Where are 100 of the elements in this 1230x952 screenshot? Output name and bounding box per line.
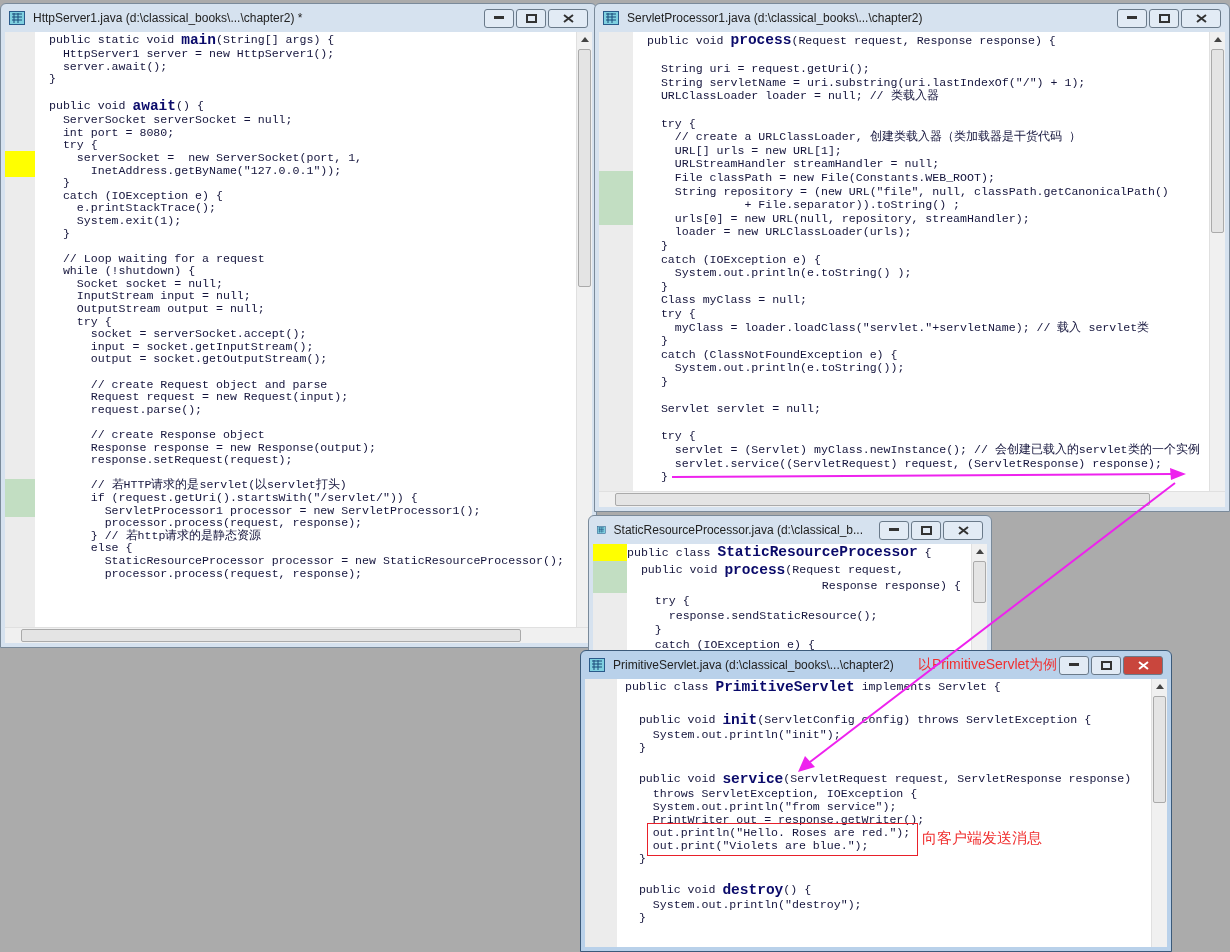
code-line: if (request.getUri().startsWith("/servlet/")) { bbox=[89, 491, 418, 504]
code-line: ServerSocket serverSocket = null; bbox=[61, 113, 293, 127]
code-line: server.await(); bbox=[61, 60, 168, 73]
maximize-button[interactable] bbox=[1091, 655, 1121, 675]
vertical-scrollbar[interactable] bbox=[576, 32, 592, 627]
restore-icon bbox=[1158, 13, 1170, 23]
scrollbar-thumb[interactable] bbox=[21, 629, 521, 642]
window-icon bbox=[9, 11, 25, 25]
code-line: socket = serverSocket.accept(); bbox=[89, 327, 307, 341]
code-line: // create Response object bbox=[89, 428, 265, 441]
code-line: StaticResourceProcessor processor = new StaticResourceProcessor(); bbox=[103, 554, 564, 567]
code-line: myClass = loader.loadClass("servlet."+servletName); // 载入 servlet类 bbox=[673, 320, 1150, 335]
close-button[interactable] bbox=[548, 8, 588, 28]
maximize-button[interactable] bbox=[911, 520, 941, 540]
code-line: processor.process(request, response); bbox=[103, 566, 363, 580]
code-line: Socket socket = null; bbox=[75, 277, 223, 290]
maximize-button[interactable] bbox=[516, 8, 546, 28]
window-icon bbox=[597, 523, 606, 537]
code-line: + File.separator)).toString() ; bbox=[743, 198, 961, 212]
window-icon bbox=[603, 11, 619, 25]
code-line: input = socket.getInputStream(); bbox=[89, 340, 314, 353]
code-line: Servlet servlet = null; bbox=[659, 402, 821, 416]
code-line: } bbox=[653, 622, 662, 638]
code-line: output = socket.getOutputStream(); bbox=[89, 352, 328, 366]
scroll-up-icon[interactable] bbox=[1155, 684, 1164, 689]
code-line: public class StaticResourceProcessor { bbox=[627, 544, 932, 562]
window-title: HttpServer1.java (d:\classical_books\...\chapter2) * bbox=[33, 10, 303, 27]
code-line: try { bbox=[61, 138, 98, 152]
code-line: } bbox=[659, 279, 668, 294]
code-line: out.println("Hello. Roses are red."); bbox=[651, 826, 911, 839]
code-line: throws ServletException, IOException { bbox=[651, 787, 918, 800]
code-line: try { bbox=[75, 315, 112, 328]
code-line: catch (ClassNotFoundException e) { bbox=[659, 347, 898, 362]
scroll-up-icon[interactable] bbox=[580, 37, 589, 42]
code-line: } // 若http请求的是静态资源 bbox=[89, 529, 262, 542]
code-line: public void process(Request request, Response response) { bbox=[647, 32, 1056, 49]
restore-icon bbox=[525, 13, 537, 23]
code-line: Response response) { bbox=[820, 578, 961, 594]
code-line: } bbox=[659, 334, 668, 348]
horizontal-scrollbar[interactable] bbox=[599, 491, 1225, 507]
code-line: out.print("Violets are blue."); bbox=[651, 839, 869, 852]
code-line: // create a URLClassLoader, 创建类载入器（类加载器是干货代码 ） bbox=[673, 130, 1081, 144]
code-line: Response response = new Response(output); bbox=[89, 441, 376, 454]
code-line: servlet = (Servlet) myClass.newInstance(); // 会创建已载入的servlet类的一个实例 bbox=[673, 442, 1200, 457]
minimize-button[interactable] bbox=[879, 520, 909, 540]
code-line: } bbox=[659, 374, 668, 389]
code-line: File classPath = new File(Constants.WEB_ROOT); bbox=[673, 170, 995, 185]
window-icon bbox=[589, 658, 605, 672]
code-line: } bbox=[659, 238, 668, 253]
minimize-icon bbox=[889, 528, 899, 532]
code-line: // 若HTTP请求的是servlet(以servlet打头) bbox=[89, 478, 347, 492]
code-line: HttpServer1 server = new HttpServer1(); bbox=[61, 47, 335, 61]
scrollbar-thumb[interactable] bbox=[578, 49, 591, 287]
code-line: public void destroy() { bbox=[637, 882, 812, 898]
annotation-text: 向客户端发送消息 bbox=[922, 828, 1042, 848]
minimize-icon bbox=[494, 16, 504, 20]
minimize-icon bbox=[1127, 16, 1137, 20]
minimize-button[interactable] bbox=[1059, 655, 1089, 675]
close-icon bbox=[562, 13, 574, 23]
scrollbar-thumb[interactable] bbox=[1211, 49, 1224, 233]
code-line: try { bbox=[659, 306, 696, 321]
code-line: OutputStream output = null; bbox=[75, 302, 265, 316]
close-button[interactable] bbox=[1123, 655, 1163, 675]
close-button[interactable] bbox=[943, 520, 983, 540]
window-title: ServletProcessor1.java (d:\classical_books\...\chapter2) bbox=[627, 10, 923, 27]
minimize-button[interactable] bbox=[484, 8, 514, 28]
close-button[interactable] bbox=[1181, 8, 1221, 28]
code-line: PrintWriter out = response.getWriter(); bbox=[651, 813, 925, 826]
code-line: while (!shutdown) { bbox=[61, 264, 196, 278]
scroll-up-icon[interactable] bbox=[975, 549, 984, 554]
code-line: InetAddress.getByName("127.0.0.1")); bbox=[89, 163, 342, 177]
minimize-button[interactable] bbox=[1117, 8, 1147, 28]
window-title: StaticResourceProcessor.java (d:\classical_b... bbox=[613, 522, 863, 539]
code-line: System.out.println("init"); bbox=[651, 728, 841, 741]
restore-icon bbox=[1100, 660, 1112, 670]
code-line: public static void main(String[] args) { bbox=[49, 32, 335, 48]
code-line: e.printStackTrace(); bbox=[75, 201, 216, 215]
code-line: } bbox=[61, 226, 70, 240]
scrollbar-thumb[interactable] bbox=[615, 493, 1150, 506]
code-line: public void await() { bbox=[49, 97, 204, 114]
code-line: int port = 8080; bbox=[61, 126, 175, 139]
scroll-up-icon[interactable] bbox=[1213, 37, 1222, 42]
vertical-scrollbar[interactable] bbox=[1151, 679, 1167, 947]
code-line: System.out.println("from service"); bbox=[651, 800, 897, 813]
code-line: URLClassLoader loader = null; // 类载入器 bbox=[659, 89, 939, 103]
close-icon bbox=[1137, 660, 1149, 670]
scrollbar-thumb[interactable] bbox=[1153, 696, 1166, 804]
code-line: } bbox=[637, 741, 646, 754]
restore-icon bbox=[920, 525, 932, 535]
code-line: InputStream input = null; bbox=[75, 289, 251, 303]
scrollbar-thumb[interactable] bbox=[973, 561, 986, 604]
vertical-scrollbar[interactable] bbox=[1209, 32, 1225, 491]
code-line: loader = new URLClassLoader(urls); bbox=[673, 225, 912, 239]
vertical-scrollbar[interactable] bbox=[971, 544, 987, 650]
maximize-button[interactable] bbox=[1149, 8, 1179, 28]
code-line: String uri = request.getUri(); bbox=[659, 62, 870, 76]
code-line: try { bbox=[659, 429, 696, 443]
code-line: public void process(Request request, bbox=[639, 561, 904, 579]
code-line: serverSocket = new ServerSocket(port, 1, bbox=[75, 151, 363, 164]
code-line: Class myClass = null; bbox=[659, 293, 808, 307]
